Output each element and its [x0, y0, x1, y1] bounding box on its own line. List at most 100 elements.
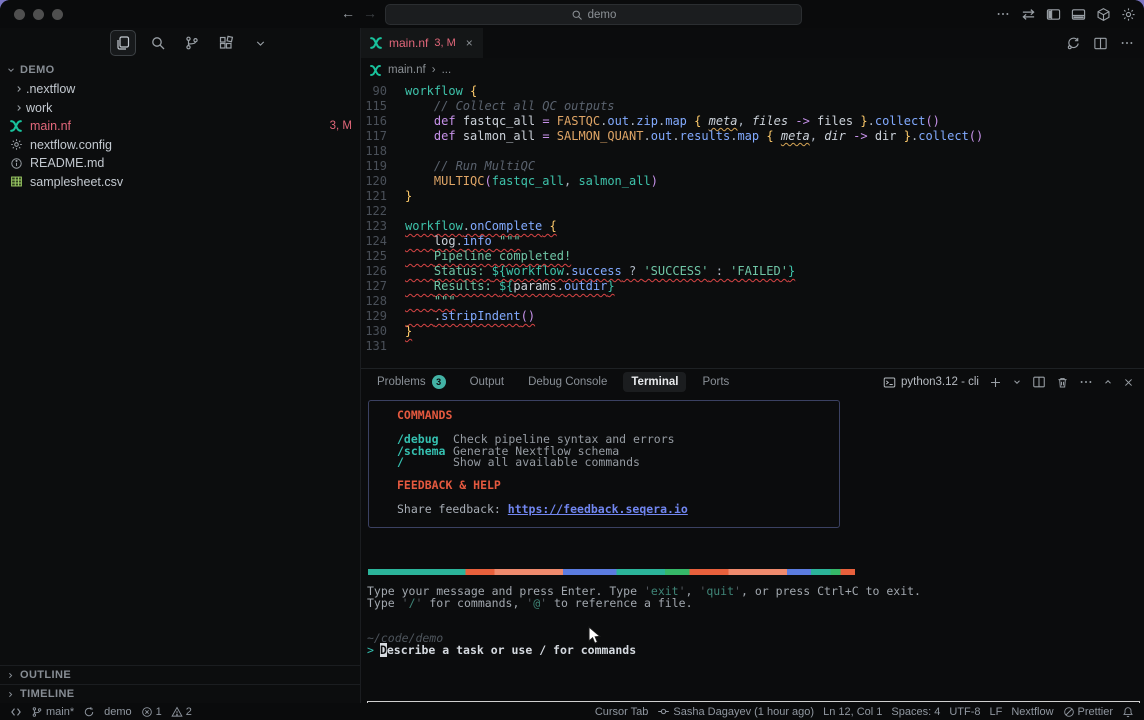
toggle-sidebar-icon[interactable]	[1045, 6, 1061, 22]
extensions-activity-button[interactable]	[214, 31, 238, 55]
status-item-main-[interactable]: main*	[31, 706, 74, 718]
source-control-activity-button[interactable]	[180, 31, 204, 55]
maximize-panel-chevron-icon[interactable]	[1103, 377, 1113, 387]
status-item-nextflow[interactable]: Nextflow	[1011, 706, 1053, 718]
code-line-130[interactable]: 130}	[361, 324, 1144, 339]
file-item-work[interactable]: work	[0, 99, 360, 118]
status-item-1[interactable]: 1	[141, 706, 162, 718]
code-line-116[interactable]: 116 def fastqc_all = FASTQC.out.zip.map …	[361, 114, 1144, 129]
status-bar-left: main* demo 12	[10, 706, 192, 718]
file-item-readme-md[interactable]: README.md	[0, 154, 360, 173]
panel-tab-ports[interactable]: Ports	[694, 372, 737, 392]
minimize-window-button[interactable]	[33, 9, 44, 20]
tab-modified-badge: 3, M	[434, 37, 455, 49]
status-item-sasha-dagayev-1-hour[interactable]: Sasha Dagayev (1 hour ago)	[657, 705, 814, 718]
explorer-activity-button[interactable]	[110, 30, 136, 56]
code-line-90[interactable]: 90workflow {	[361, 84, 1144, 99]
nextflow-icon	[369, 36, 383, 50]
code-editor[interactable]: 90workflow {115 // Collect all QC output…	[361, 84, 1144, 368]
code-line-118[interactable]: 118	[361, 144, 1144, 159]
status-item-remote[interactable]	[10, 706, 22, 718]
feedback-link[interactable]: https://feedback.seqera.io	[508, 502, 688, 516]
terminal-dropdown-chevron-icon[interactable]	[1012, 377, 1022, 387]
status-item-ln-12-col-1[interactable]: Ln 12, Col 1	[823, 706, 882, 718]
code-line-123[interactable]: 123workflow.onComplete {	[361, 219, 1144, 234]
run-pipeline-icon[interactable]	[1066, 36, 1081, 51]
code-line-117[interactable]: 117 def salmon_all = SALMON_QUANT.out.re…	[361, 129, 1144, 144]
more-views-chevron-icon[interactable]	[248, 31, 272, 55]
search-activity-button[interactable]	[146, 31, 170, 55]
hint-line-2: Type '/' for commands, '@' to reference …	[367, 598, 921, 610]
status-item-2[interactable]: 2	[171, 706, 192, 718]
new-terminal-icon[interactable]	[989, 376, 1002, 389]
feedback-line: Share feedback: https://feedback.seqera.…	[397, 504, 839, 516]
code-line-120[interactable]: 120 MULTIQC(fastqc_all, salmon_all)	[361, 174, 1144, 189]
command-description: Show all available commands	[453, 457, 640, 469]
title-bar-actions	[995, 0, 1136, 28]
timeline-section-header[interactable]: TIMELINE	[0, 684, 360, 703]
more-actions-icon[interactable]	[1079, 375, 1093, 389]
status-item-cursor-tab[interactable]: Cursor Tab	[595, 706, 649, 718]
status-item-sync[interactable]	[83, 706, 95, 718]
code-line-129[interactable]: 129 .stripIndent()	[361, 309, 1144, 324]
status-item-utf-8[interactable]: UTF-8	[949, 706, 980, 718]
traffic-lights	[14, 9, 63, 20]
more-actions-icon[interactable]	[995, 6, 1011, 22]
panel-tab-label: Debug Console	[528, 376, 607, 388]
code-line-115[interactable]: 115 // Collect all QC outputs	[361, 99, 1144, 114]
status-item-prettier[interactable]: Prettier	[1063, 706, 1113, 718]
kill-terminal-trash-icon[interactable]	[1056, 376, 1069, 389]
navigate-forward-button[interactable]: →	[363, 5, 377, 21]
outline-label: OUTLINE	[20, 669, 71, 681]
code-line-131[interactable]: 131	[361, 339, 1144, 354]
tab-label: main.nf	[389, 36, 428, 50]
prettier-icon	[1063, 706, 1075, 718]
status-item-bell[interactable]	[1122, 706, 1134, 718]
terminal-viewport[interactable]: COMMANDS /debugCheck pipeline syntax and…	[367, 397, 1144, 703]
file-item-nextflow-config[interactable]: nextflow.config	[0, 136, 360, 155]
code-line-122[interactable]: 122	[361, 204, 1144, 219]
toggle-panel-icon[interactable]	[1070, 6, 1086, 22]
swap-arrows-icon[interactable]	[1020, 6, 1036, 22]
status-item-demo[interactable]: demo	[104, 706, 132, 718]
maximize-window-button[interactable]	[52, 9, 63, 20]
status-item-lf[interactable]: LF	[990, 706, 1003, 718]
terminal-hints: Type your message and press Enter. Type …	[367, 586, 921, 610]
code-line-125[interactable]: 125 Pipeline completed!	[361, 249, 1144, 264]
code-line-126[interactable]: 126 Status: ${workflow.success ? 'SUCCES…	[361, 264, 1144, 279]
panel-tab-problems[interactable]: Problems3	[369, 372, 454, 392]
close-tab-icon[interactable]: ×	[466, 36, 473, 50]
info-icon	[8, 157, 24, 170]
explorer-section-header[interactable]: DEMO	[0, 58, 360, 80]
cube-icon[interactable]	[1095, 6, 1111, 22]
code-line-124[interactable]: 124 log.info """	[361, 234, 1144, 249]
terminal-prompt[interactable]: >Describe a task or use / for commands	[367, 645, 636, 657]
line-content: MULTIQC(fastqc_all, salmon_all)	[387, 174, 658, 189]
code-line-128[interactable]: 128 """	[361, 294, 1144, 309]
breadcrumb[interactable]: main.nf › ...	[361, 58, 1144, 82]
split-editor-icon[interactable]	[1093, 36, 1108, 51]
terminal-profile-select[interactable]: python3.12 - cli	[883, 376, 979, 389]
navigate-back-button[interactable]: ←	[341, 5, 355, 21]
code-line-121[interactable]: 121}	[361, 189, 1144, 204]
breadcrumb-separator: ›	[432, 64, 436, 76]
panel-tab-terminal[interactable]: Terminal	[623, 372, 686, 392]
settings-gear-icon[interactable]	[1120, 6, 1136, 22]
code-line-127[interactable]: 127 Results: ${params.outdir}	[361, 279, 1144, 294]
tab-main-nf[interactable]: main.nf 3, M ×	[361, 28, 483, 58]
close-window-button[interactable]	[14, 9, 25, 20]
split-terminal-icon[interactable]	[1032, 375, 1046, 389]
status-item-spaces-4[interactable]: Spaces: 4	[891, 706, 940, 718]
panel-header: Problems3 Output Debug Console Terminal Port…	[361, 369, 1144, 395]
file-item-samplesheet-csv[interactable]: samplesheet.csv	[0, 173, 360, 192]
code-line-119[interactable]: 119 // Run MultiQC	[361, 159, 1144, 174]
line-content	[387, 339, 405, 354]
panel-tab-output[interactable]: Output	[462, 372, 513, 392]
file-item-main-nf[interactable]: main.nf3, M	[0, 117, 360, 136]
file-item--nextflow[interactable]: .nextflow	[0, 80, 360, 99]
line-number: 130	[361, 324, 387, 339]
outline-section-header[interactable]: OUTLINE	[0, 665, 360, 684]
close-panel-icon[interactable]	[1123, 377, 1134, 388]
panel-tab-debug-console[interactable]: Debug Console	[520, 372, 615, 392]
command-center-search[interactable]: demo	[385, 4, 802, 25]
